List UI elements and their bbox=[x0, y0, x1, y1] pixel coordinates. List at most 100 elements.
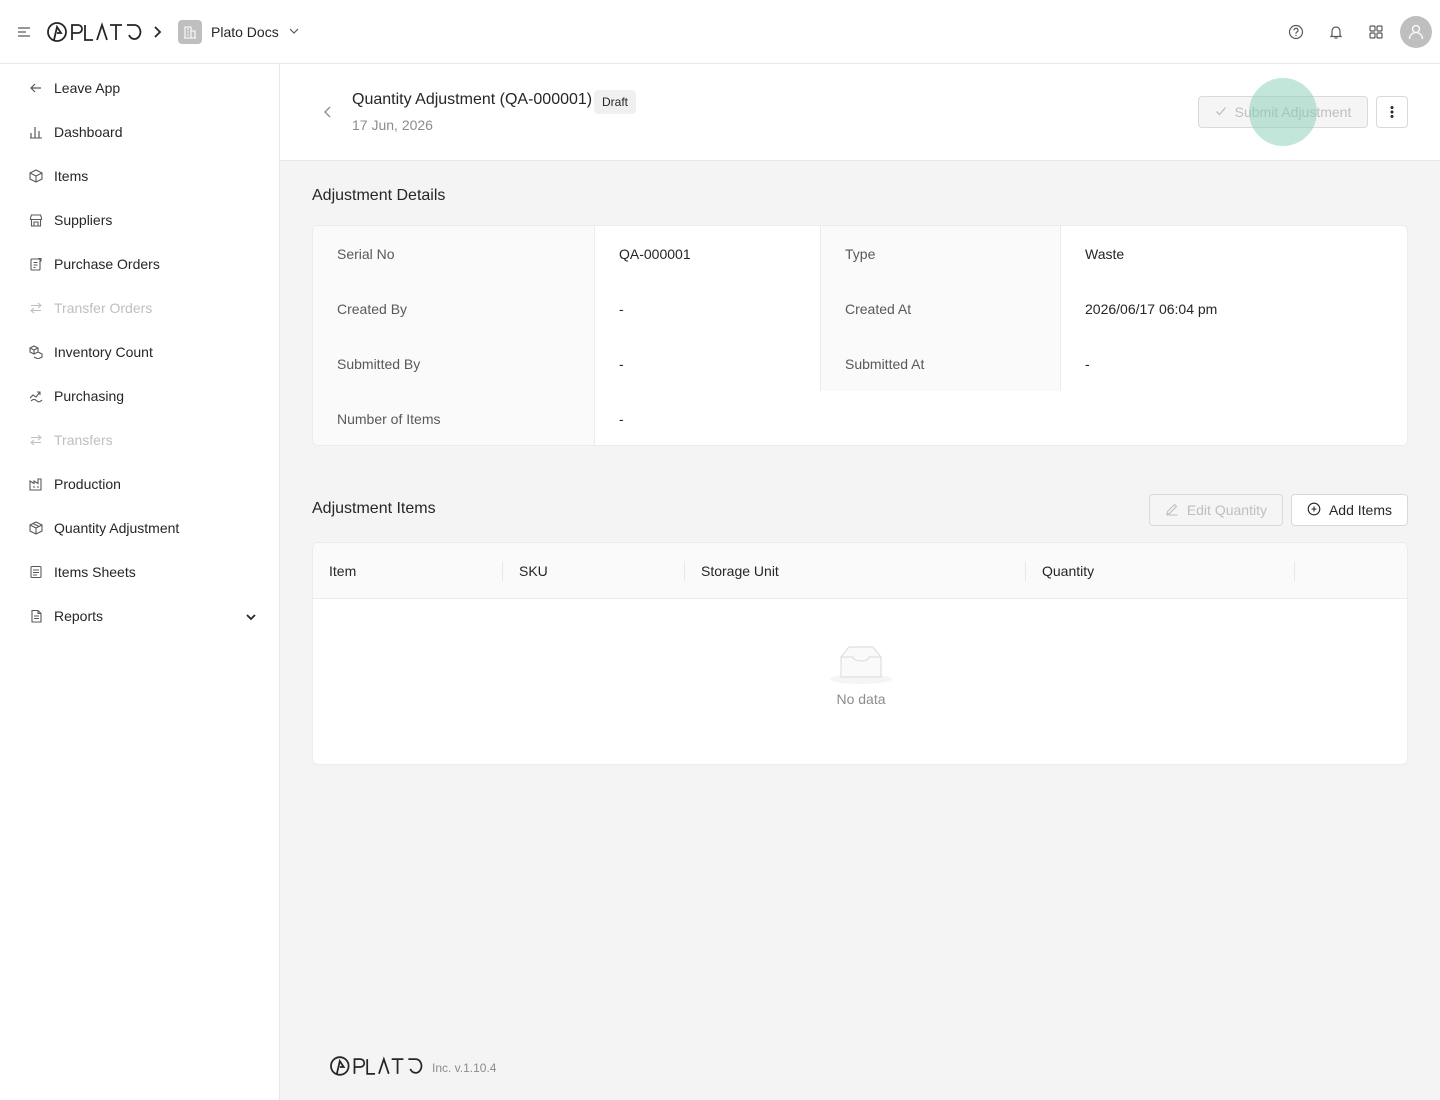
add-items-button[interactable]: Add Items bbox=[1290, 494, 1408, 526]
org-name: Plato Docs bbox=[211, 24, 279, 40]
sidebar-item-production[interactable]: Production bbox=[0, 462, 279, 506]
items-section-title: Adjustment Items bbox=[312, 500, 436, 517]
add-items-label: Add Items bbox=[1328, 502, 1392, 518]
avatar[interactable] bbox=[1400, 16, 1432, 48]
sidebar-item-label: Dashboard bbox=[54, 124, 123, 140]
items-actions: Edit Quantity Add Items bbox=[1148, 494, 1408, 526]
sidebar-item-label: Purchase Orders bbox=[54, 256, 160, 272]
pencil-icon bbox=[1165, 502, 1179, 519]
num-items-value: - bbox=[595, 391, 1407, 445]
serial-no-value: QA-000001 bbox=[595, 226, 821, 281]
column-header-quantity[interactable]: Quantity bbox=[1026, 543, 1295, 599]
sidebar-item-reports[interactable]: Reports bbox=[0, 594, 279, 638]
sidebar-item-purchase-orders[interactable]: Purchase Orders bbox=[0, 242, 279, 286]
bell-icon[interactable] bbox=[1320, 16, 1352, 48]
empty-state: No data bbox=[313, 643, 1407, 707]
clipboard-icon bbox=[28, 256, 44, 272]
top-bar: Plato Docs bbox=[0, 0, 1440, 64]
adjustment-details-table: Serial No QA-000001 Type Waste Created B… bbox=[312, 225, 1408, 446]
column-header-actions bbox=[1295, 543, 1407, 599]
footer-version: Inc. v.1.10.4 bbox=[432, 1061, 497, 1075]
boxes-icon bbox=[28, 344, 44, 360]
help-icon[interactable] bbox=[1280, 16, 1312, 48]
submitted-at-label: Submitted At bbox=[821, 336, 1061, 391]
details-row: Submitted By - Submitted At - bbox=[313, 336, 1407, 391]
created-by-label: Created By bbox=[313, 281, 595, 336]
purchasing-icon bbox=[28, 388, 44, 404]
created-by-value: - bbox=[595, 281, 821, 336]
sidebar-item-label: Quantity Adjustment bbox=[54, 520, 180, 536]
sidebar-item-transfer-orders: Transfer Orders bbox=[0, 286, 279, 330]
menu-toggle-icon[interactable] bbox=[16, 24, 32, 40]
sidebar-item-items[interactable]: Items bbox=[0, 154, 279, 198]
submitted-by-value: - bbox=[595, 336, 821, 391]
footer: Inc. v.1.10.4 bbox=[330, 1055, 496, 1077]
box-icon bbox=[28, 168, 44, 184]
sidebar-item-suppliers[interactable]: Suppliers bbox=[0, 198, 279, 242]
report-icon bbox=[28, 608, 44, 624]
sidebar-item-label: Transfers bbox=[54, 432, 113, 448]
org-switcher[interactable]: Plato Docs bbox=[178, 19, 300, 45]
details-section-title: Adjustment Details bbox=[312, 187, 446, 204]
edit-quantity-button[interactable]: Edit Quantity bbox=[1148, 494, 1283, 526]
sidebar-item-leave-app[interactable]: Leave App bbox=[0, 66, 279, 110]
chevron-right-icon bbox=[152, 24, 164, 40]
plato-logo-mark bbox=[47, 22, 142, 42]
bar-chart-icon bbox=[28, 124, 44, 140]
sidebar-item-label: Inventory Count bbox=[54, 344, 153, 360]
sidebar-item-inventory-count[interactable]: Inventory Count bbox=[0, 330, 279, 374]
column-header-item[interactable]: Item bbox=[313, 543, 503, 599]
sidebar-item-label: Production bbox=[54, 476, 121, 492]
submitted-by-label: Submitted By bbox=[313, 336, 595, 391]
user-icon bbox=[1408, 24, 1424, 40]
check-icon bbox=[1215, 104, 1227, 120]
page-title: Quantity Adjustment (QA-000001) bbox=[352, 91, 593, 108]
serial-no-label: Serial No bbox=[313, 226, 595, 281]
details-row: Number of Items - bbox=[313, 391, 1407, 445]
transfer-icon bbox=[28, 300, 44, 316]
plato-footer-logo bbox=[330, 1056, 423, 1076]
column-header-sku[interactable]: SKU bbox=[503, 543, 685, 599]
created-at-value: 2026/06/17 06:04 pm bbox=[1061, 281, 1407, 336]
back-chevron-icon[interactable] bbox=[320, 104, 336, 120]
sidebar-item-label: Suppliers bbox=[54, 212, 113, 228]
plus-circle-icon bbox=[1307, 502, 1321, 519]
building-icon bbox=[178, 20, 202, 44]
sidebar-item-label: Reports bbox=[54, 608, 104, 624]
arrow-left-icon bbox=[28, 80, 44, 96]
chevron-down-icon[interactable] bbox=[245, 610, 257, 622]
sidebar-item-label: Items Sheets bbox=[54, 564, 136, 580]
sidebar-item-label: Transfer Orders bbox=[54, 300, 153, 316]
sidebar-item-quantity-adjustment[interactable]: Quantity Adjustment bbox=[0, 506, 279, 550]
sidebar-item-items-sheets[interactable]: Items Sheets bbox=[0, 550, 279, 594]
apps-grid-icon[interactable] bbox=[1360, 16, 1392, 48]
created-at-label: Created At bbox=[821, 281, 1061, 336]
empty-text: No data bbox=[836, 691, 886, 707]
status-badge: Draft bbox=[594, 90, 637, 114]
num-items-label: Number of Items bbox=[313, 391, 595, 445]
sheet-icon bbox=[28, 564, 44, 580]
details-row: Serial No QA-000001 Type Waste bbox=[313, 226, 1407, 281]
store-icon bbox=[28, 212, 44, 228]
sidebar-item-purchasing[interactable]: Purchasing bbox=[0, 374, 279, 418]
column-header-storage-unit[interactable]: Storage Unit bbox=[685, 543, 1026, 599]
more-actions-button[interactable] bbox=[1376, 96, 1408, 128]
page-date: 17 Jun, 2026 bbox=[352, 117, 433, 133]
submitted-at-value: - bbox=[1061, 336, 1407, 391]
sidebar-item-label: Purchasing bbox=[54, 388, 125, 404]
sidebar-item-dashboard[interactable]: Dashboard bbox=[0, 110, 279, 154]
page-header: Quantity Adjustment (QA-000001) Draft 17… bbox=[280, 64, 1440, 161]
type-value: Waste bbox=[1061, 226, 1407, 281]
transfer-icon bbox=[28, 432, 44, 448]
plato-logo[interactable] bbox=[47, 21, 143, 43]
submit-adjustment-button[interactable]: Submit Adjustment bbox=[1198, 96, 1368, 128]
empty-inbox-icon bbox=[830, 646, 892, 684]
sidebar-item-label: Items bbox=[54, 168, 89, 184]
sidebar-item-label: Leave App bbox=[54, 80, 121, 96]
edit-quantity-label: Edit Quantity bbox=[1186, 502, 1267, 518]
more-vertical-icon bbox=[1390, 106, 1394, 118]
factory-icon bbox=[28, 476, 44, 492]
box-adjust-icon bbox=[28, 520, 44, 536]
chevron-down-icon bbox=[288, 24, 300, 40]
details-row: Created By - Created At 2026/06/17 06:04… bbox=[313, 281, 1407, 336]
